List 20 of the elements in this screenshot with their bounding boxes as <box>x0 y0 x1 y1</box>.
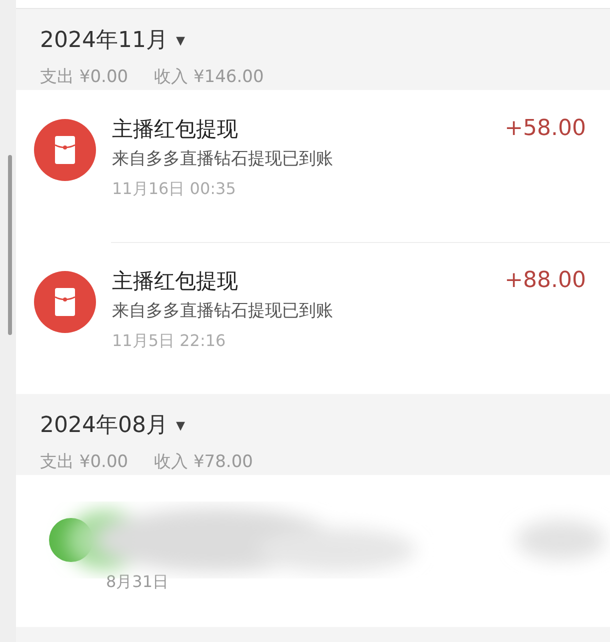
envelope-icon <box>34 271 96 333</box>
record-time: 11月16日 00:35 <box>112 178 237 200</box>
record-amount: +88.00 <box>504 268 586 295</box>
month-title[interactable]: 2024年08月 <box>40 410 168 440</box>
record-title: 主播红包提现 <box>112 116 239 143</box>
expense-total: 支出 ¥0.00 <box>40 66 128 88</box>
envelope-icon <box>34 119 96 181</box>
scrollbar[interactable] <box>8 155 12 335</box>
record-title: 主播红包提现 <box>112 268 239 295</box>
record-time: 8月31日 <box>106 571 169 593</box>
dropdown-caret[interactable]: ▾ <box>176 414 186 436</box>
dropdown-caret[interactable]: ▾ <box>176 30 186 50</box>
record-note: 来自多多直播钻石提现已到账 <box>112 148 334 171</box>
month-title[interactable]: 2024年11月 <box>40 25 168 55</box>
record-note: 来自多多直播钻石提现已到账 <box>112 300 334 323</box>
income-total: 收入 ¥146.00 <box>154 66 264 88</box>
record-time: 11月5日 22:16 <box>112 330 227 352</box>
record-amount: +58.00 <box>504 116 586 143</box>
expense-total: 支出 ¥0.00 <box>40 451 128 473</box>
income-total: 收入 ¥78.00 <box>154 451 253 473</box>
